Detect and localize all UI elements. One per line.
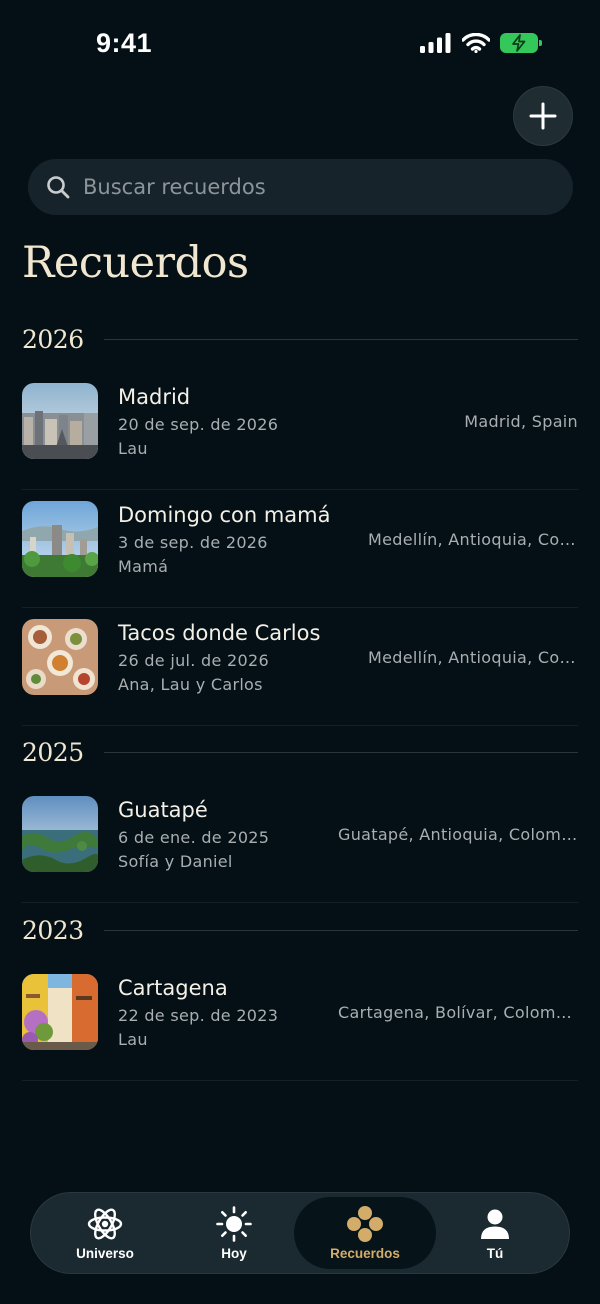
memory-thumbnail — [22, 383, 98, 459]
tab-label: Tú — [486, 1246, 504, 1261]
year-label: 2026 — [22, 324, 84, 354]
memory-people: Lau — [118, 1030, 148, 1049]
status-time: 9:41 — [96, 28, 153, 58]
memory-title: Domingo con mamá — [118, 503, 331, 527]
tab-label: Universo — [76, 1246, 134, 1261]
memory-people: Mamá — [118, 557, 169, 576]
year-label: 2025 — [22, 737, 84, 767]
tab-hoy[interactable]: Hoy — [172, 1192, 296, 1274]
divider — [103, 929, 578, 931]
atom-icon — [87, 1208, 123, 1240]
status-icons — [420, 33, 542, 53]
memory-place: Guatapé, Antioquia, Colombia — [338, 825, 578, 844]
search-input[interactable] — [81, 174, 525, 200]
person-icon — [481, 1209, 509, 1239]
wifi-icon — [462, 33, 490, 53]
tab-tu[interactable]: Tú — [430, 1192, 560, 1274]
tab-bar: Universo Hoy Recuerdos Tú — [30, 1192, 570, 1274]
divider — [103, 751, 578, 753]
memory-thumbnail — [22, 619, 98, 695]
memory-item-tacos-donde-carlos[interactable]: Tacos donde Carlos 26 de jul. de 2026 An… — [22, 607, 578, 726]
memory-place: Medellín, Antioquia, Colombia — [368, 530, 578, 549]
tab-recuerdos[interactable]: Recuerdos — [294, 1197, 436, 1269]
memory-people: Lau — [118, 439, 148, 458]
memory-item-guatape[interactable]: Guatapé 6 de ene. de 2025 Sofía y Daniel… — [22, 784, 578, 903]
memory-thumbnail — [22, 974, 98, 1050]
divider — [103, 338, 578, 340]
memory-thumbnail — [22, 796, 98, 872]
search-icon — [47, 176, 70, 199]
memory-title: Cartagena — [118, 976, 228, 1000]
memory-title: Tacos donde Carlos — [118, 621, 321, 645]
tab-label: Recuerdos — [330, 1246, 400, 1261]
tab-label: Hoy — [221, 1246, 247, 1261]
add-memory-button[interactable] — [513, 86, 573, 146]
memory-people: Ana, Lau y Carlos — [118, 675, 263, 694]
circles-icon — [347, 1206, 383, 1242]
sun-icon — [216, 1206, 252, 1242]
memory-item-madrid[interactable]: Madrid 20 de sep. de 2026 Lau Madrid, Sp… — [22, 371, 578, 490]
memory-date: 3 de sep. de 2026 — [118, 533, 268, 552]
tab-universo[interactable]: Universo — [38, 1192, 172, 1274]
year-header-2023: 2023 — [22, 913, 578, 947]
memory-title: Guatapé — [118, 798, 208, 822]
status-bar: 9:41 — [0, 0, 600, 88]
signal-icon — [420, 33, 451, 53]
battery-charging-icon — [500, 33, 542, 53]
memory-place: Madrid, Spain — [464, 412, 578, 431]
memory-item-domingo-con-mama[interactable]: Domingo con mamá 3 de sep. de 2026 Mamá … — [22, 489, 578, 608]
page-title: Recuerdos — [22, 238, 249, 288]
memory-item-cartagena[interactable]: Cartagena 22 de sep. de 2023 Lau Cartage… — [22, 962, 578, 1081]
year-label: 2023 — [22, 915, 84, 945]
memory-title: Madrid — [118, 385, 191, 409]
memory-place: Cartagena, Bolívar, Colombia — [338, 1003, 578, 1022]
year-header-2026: 2026 — [22, 322, 578, 356]
memory-people: Sofía y Daniel — [118, 852, 233, 871]
memory-date: 6 de ene. de 2025 — [118, 828, 270, 847]
memory-date: 22 de sep. de 2023 — [118, 1006, 279, 1025]
memory-date: 20 de sep. de 2026 — [118, 415, 279, 434]
memory-date: 26 de jul. de 2026 — [118, 651, 269, 670]
search-bar[interactable] — [28, 159, 573, 215]
memory-thumbnail — [22, 501, 98, 577]
plus-icon — [529, 102, 557, 130]
year-header-2025: 2025 — [22, 735, 578, 769]
memory-place: Medellín, Antioquia, Colombia — [368, 648, 578, 667]
